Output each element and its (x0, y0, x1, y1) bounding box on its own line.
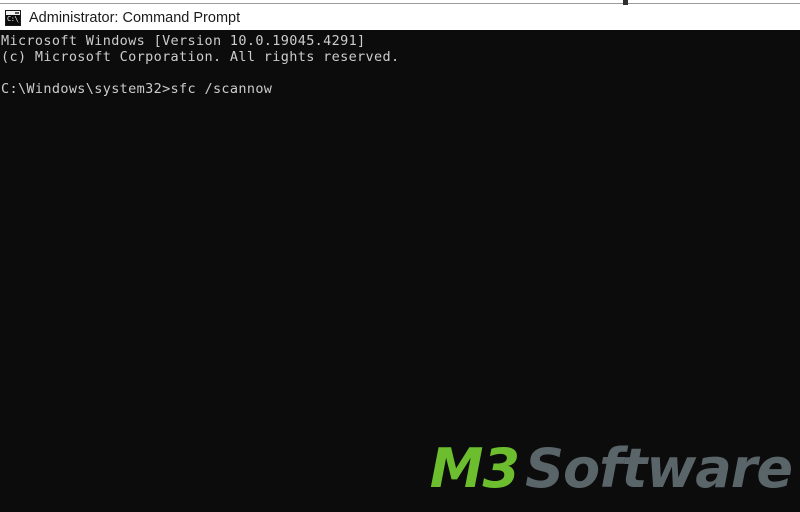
chrome-artifact (623, 0, 628, 5)
console-text: Microsoft Windows [Version 10.0.19045.42… (1, 33, 400, 97)
watermark-brand-primary: M3 (429, 437, 520, 500)
cmd-icon-prompt-glyph: C:\_ (7, 15, 19, 23)
cmd-console-icon: C:\_ (5, 10, 21, 26)
watermark-brand-secondary: Software (525, 437, 793, 500)
window-titlebar[interactable]: C:\_ Administrator: Command Prompt (0, 6, 800, 30)
window-title: Administrator: Command Prompt (29, 10, 241, 26)
command-prompt-window: C:\_ Administrator: Command Prompt Micro… (0, 0, 800, 512)
console-output-area[interactable]: Microsoft Windows [Version 10.0.19045.42… (0, 30, 800, 512)
chrome-divider (0, 3, 800, 4)
watermark-logo: M3 Software (429, 437, 793, 500)
